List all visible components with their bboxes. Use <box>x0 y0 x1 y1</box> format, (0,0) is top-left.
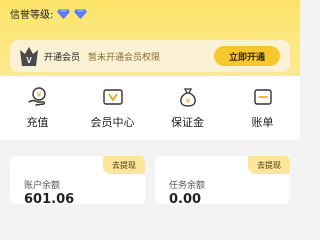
menu-item-deposit[interactable]: ¥ 保证金 <box>158 86 218 130</box>
vip-crown-icon: V <box>20 47 38 66</box>
svg-text:V: V <box>26 56 32 65</box>
menu-label: 保证金 <box>171 116 204 129</box>
menu-label: 充值 <box>26 116 49 129</box>
withdraw-button[interactable]: 去提现 <box>103 156 145 174</box>
vip-membership-card: V 开通会员 暂未开通会员权限 立即开通 <box>10 40 290 72</box>
account-balance-label: 账户余额 <box>24 181 61 191</box>
vip-title: 开通会员 <box>44 52 81 63</box>
diamond-icon <box>74 8 88 19</box>
vip-description: 暂未开通会员权限 <box>88 52 161 63</box>
task-balance-label: 任务余额 <box>169 181 206 191</box>
task-balance-value: 0.00 <box>169 192 202 204</box>
account-balance-value: 601.06 <box>24 192 75 204</box>
member-center-icon <box>102 89 123 105</box>
credit-level-row: 信誉等级: <box>10 6 88 21</box>
svg-text:¥: ¥ <box>36 91 41 99</box>
open-vip-button[interactable]: 立即开通 <box>214 46 280 66</box>
deposit-icon: ¥ <box>179 88 196 107</box>
menu-item-recharge[interactable]: ¥ 充值 <box>8 86 68 130</box>
menu-label: 账单 <box>251 116 274 129</box>
svg-text:¥: ¥ <box>185 97 190 105</box>
withdraw-button[interactable]: 去提现 <box>248 156 290 174</box>
recharge-icon: ¥ <box>27 87 46 106</box>
task-balance-card: 去提现 任务余额 0.00 <box>155 156 290 204</box>
bill-icon <box>253 89 272 105</box>
account-balance-card: 去提现 账户余额 601.06 <box>10 156 145 204</box>
quick-menu: ¥ 充值 会员中心 ¥ 保证金 账单 <box>0 76 300 140</box>
menu-label: 会员中心 <box>90 116 135 129</box>
menu-item-bill[interactable]: 账单 <box>233 86 293 130</box>
diamond-icon <box>57 8 71 19</box>
menu-item-member-center[interactable]: 会员中心 <box>83 86 143 130</box>
credit-level-label: 信誉等级: <box>10 10 54 21</box>
